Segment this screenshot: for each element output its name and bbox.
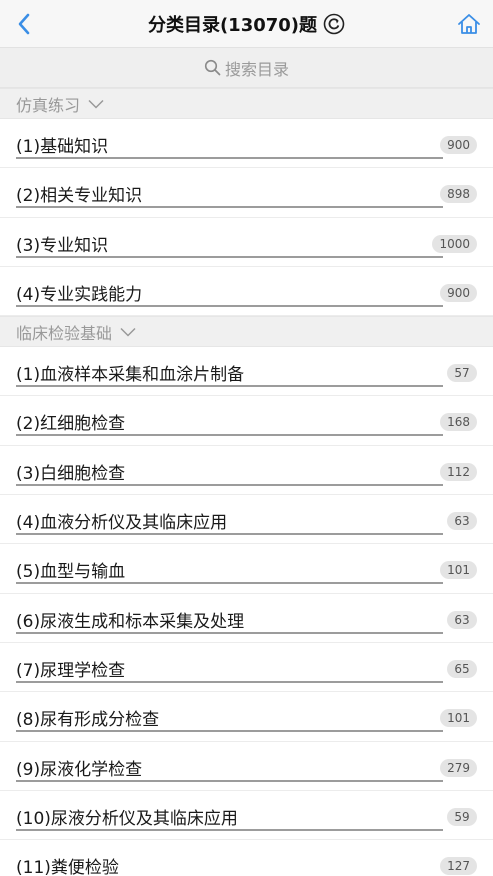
item-label: (4)血液分析仪及其临床应用 xyxy=(16,513,228,534)
count-badge: 59 xyxy=(447,807,477,826)
item-progress-bar xyxy=(16,828,443,831)
count-badge: 898 xyxy=(440,185,477,204)
catalog-list: 仿真练习 (1)基础知识 900 (2)相关专业知识 898 (3)专业知识 1… xyxy=(0,88,493,876)
list-item[interactable]: (4)专业实践能力 900 xyxy=(0,266,493,317)
list-item[interactable]: (1)基础知识 900 xyxy=(0,119,493,169)
item-label: (10)尿液分析仪及其临床应用 xyxy=(16,808,238,829)
item-progress-bar xyxy=(16,680,443,683)
refresh-icon xyxy=(323,13,345,35)
item-progress-bar xyxy=(16,779,443,782)
item-progress-bar xyxy=(16,582,443,585)
item-progress-bar xyxy=(16,255,443,258)
list-item[interactable]: (5)血型与输血 101 xyxy=(0,544,493,594)
item-label: (3)专业知识 xyxy=(16,235,109,256)
count-badge: 63 xyxy=(447,512,477,531)
list-item[interactable]: (8)尿有形成分检查 101 xyxy=(0,692,493,742)
list-item[interactable]: (6)尿液生成和标本采集及处理 63 xyxy=(0,593,493,643)
count-badge: 127 xyxy=(440,857,477,876)
list-item[interactable]: (2)红细胞检查 168 xyxy=(0,396,493,446)
list-item[interactable]: (1)血液样本采集和血涂片制备 57 xyxy=(0,347,493,397)
chevron-left-icon xyxy=(18,13,30,35)
section-title: 仿真练习 xyxy=(16,95,81,115)
count-badge: 279 xyxy=(440,758,477,777)
section-header-clinical-lab[interactable]: 临床检验基础 xyxy=(0,316,493,348)
home-icon xyxy=(458,14,480,34)
search-input[interactable]: 搜索目录 xyxy=(0,48,493,88)
item-label: (3)白细胞检查 xyxy=(16,463,126,484)
list-item[interactable]: (9)尿液化学检查 279 xyxy=(0,741,493,791)
item-label: (2)红细胞检查 xyxy=(16,414,126,435)
item-progress-bar xyxy=(16,385,443,388)
section-title: 临床检验基础 xyxy=(16,323,113,343)
list-item[interactable]: (7)尿理学检查 65 xyxy=(0,642,493,693)
item-progress-bar xyxy=(16,434,443,437)
count-badge: 57 xyxy=(447,364,477,383)
item-label: (6)尿液生成和标本采集及处理 xyxy=(16,611,245,632)
item-label: (2)相关专业知识 xyxy=(16,186,143,207)
list-item[interactable]: (4)血液分析仪及其临床应用 63 xyxy=(0,495,493,545)
list-item[interactable]: (2)相关专业知识 898 xyxy=(0,168,493,218)
back-button[interactable] xyxy=(8,8,40,40)
refresh-button[interactable] xyxy=(323,13,345,35)
count-badge: 112 xyxy=(440,462,477,481)
search-placeholder: 搜索目录 xyxy=(224,59,289,79)
chevron-down-icon xyxy=(120,327,136,337)
item-label: (1)血液样本采集和血涂片制备 xyxy=(16,365,245,386)
count-badge: 101 xyxy=(440,709,477,728)
item-progress-bar xyxy=(16,730,443,733)
list-item[interactable]: (10)尿液分析仪及其临床应用 59 xyxy=(0,790,493,841)
item-label: (7)尿理学检查 xyxy=(16,660,126,681)
list-item[interactable]: (3)白细胞检查 112 xyxy=(0,445,493,496)
home-button[interactable] xyxy=(455,10,483,38)
item-label: (8)尿有形成分检查 xyxy=(16,710,160,731)
count-badge: 900 xyxy=(440,136,477,154)
list-item[interactable]: (11)粪便检验 127 xyxy=(0,840,493,876)
chevron-down-icon xyxy=(88,99,104,109)
item-progress-bar xyxy=(16,206,443,209)
item-label: (5)血型与输血 xyxy=(16,562,126,583)
count-badge: 63 xyxy=(447,610,477,629)
title-area: 分类目录(13070)题 xyxy=(0,0,493,48)
item-label: (1)基础知识 xyxy=(16,137,109,157)
count-badge: 900 xyxy=(440,283,477,302)
item-progress-bar xyxy=(16,533,443,536)
item-label: (11)粪便检验 xyxy=(16,858,119,876)
item-progress-bar xyxy=(16,631,443,634)
item-label: (4)专业实践能力 xyxy=(16,284,143,305)
count-badge: 65 xyxy=(447,659,477,678)
item-label: (9)尿液化学检查 xyxy=(16,759,143,780)
count-badge: 101 xyxy=(440,561,477,580)
count-badge: 168 xyxy=(440,413,477,432)
top-bar: 分类目录(13070)题 xyxy=(0,0,493,48)
count-badge: 1000 xyxy=(432,234,477,253)
search-icon xyxy=(204,59,221,76)
page-title: 分类目录(13070)题 xyxy=(147,15,318,36)
item-progress-bar xyxy=(16,157,443,159)
item-progress-bar xyxy=(16,483,443,486)
section-header-simulation[interactable]: 仿真练习 xyxy=(0,88,493,119)
item-progress-bar xyxy=(16,304,443,307)
list-item[interactable]: (3)专业知识 1000 xyxy=(0,217,493,267)
